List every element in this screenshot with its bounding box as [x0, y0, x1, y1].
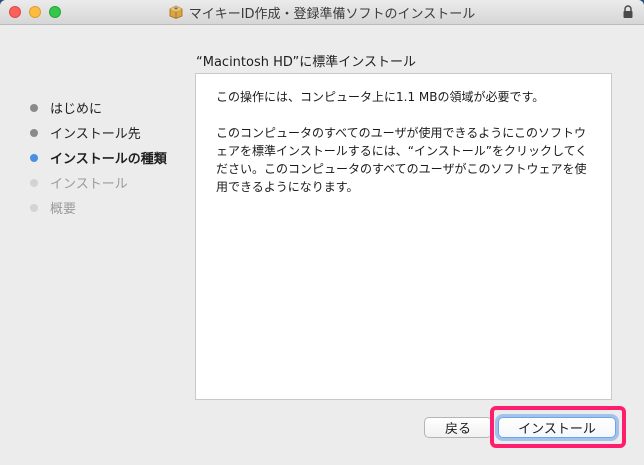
step-label: インストールの種類 — [50, 152, 167, 167]
package-icon — [169, 5, 183, 19]
step-status-dot-icon — [30, 203, 38, 212]
step-status-dot-icon — [30, 178, 38, 187]
step-label: 概要 — [50, 202, 77, 217]
step-label: インストール先 — [50, 127, 141, 142]
install-description-text: このコンピュータのすべてのユーザが使用できるようにこのソフトウェアを標準インスト… — [216, 126, 588, 194]
window-title: マイキーID作成・登録準備ソフトのインストール — [188, 6, 476, 22]
step-installation-type: インストールの種類 — [30, 145, 167, 170]
back-button[interactable]: 戻る — [424, 417, 492, 438]
install-steps-sidebar: はじめに インストール先 インストールの種類 インストール 概要 — [30, 95, 167, 220]
install-destination-heading: “Macintosh HD”に標準インストール — [196, 55, 417, 70]
step-label: インストール — [50, 177, 128, 192]
install-button[interactable]: インストール — [498, 417, 616, 438]
step-status-dot-icon — [30, 128, 38, 137]
lock-icon — [623, 5, 633, 18]
disk-space-text: この操作には、コンピュータ上に1.1 MBの領域が必要です。 — [216, 90, 545, 104]
install-info-panel: この操作には、コンピュータ上に1.1 MBの領域が必要です。 このコンピュータの… — [195, 73, 612, 400]
window-title-group: マイキーID作成・登録準備ソフトのインストール — [0, 0, 644, 24]
step-status-dot-icon — [30, 153, 38, 162]
installer-window: マイキーID作成・登録準備ソフトのインストール “Macintosh HD”に標… — [0, 0, 644, 465]
step-introduction: はじめに — [30, 95, 167, 120]
step-destination: インストール先 — [30, 120, 167, 145]
step-label: はじめに — [50, 102, 103, 117]
step-status-dot-icon — [30, 103, 38, 112]
title-bar: マイキーID作成・登録準備ソフトのインストール — [0, 0, 644, 25]
step-summary: 概要 — [30, 195, 167, 220]
step-installation: インストール — [30, 170, 167, 195]
